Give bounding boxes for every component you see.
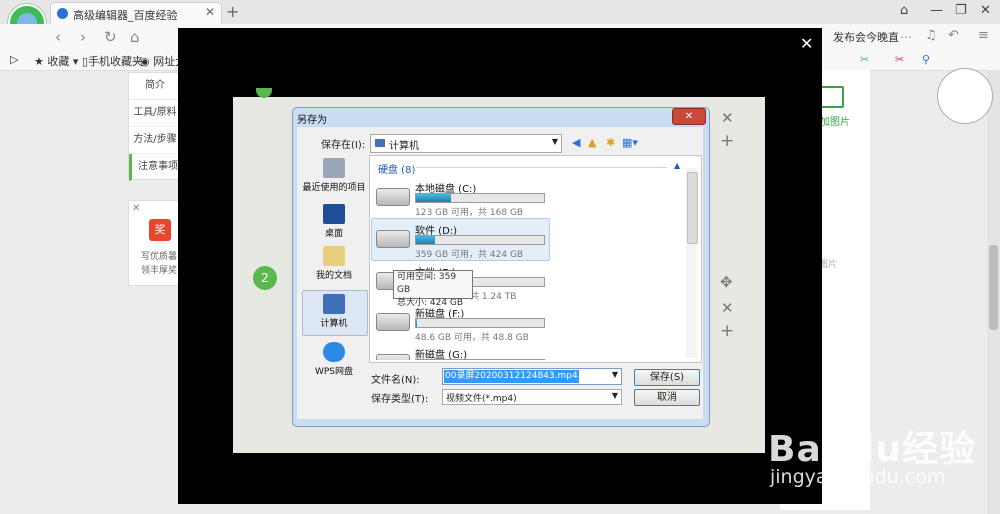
menu-icon[interactable]: ≡ [978,28,989,43]
mascot-avatar[interactable] [937,68,993,124]
drive-item[interactable]: 本地磁盘 (C:) 123 GB 可用，共 168 GB [370,178,550,218]
chevron-down-icon[interactable]: ▼ [612,370,618,379]
back-icon[interactable]: ‹ [55,28,61,46]
minimize-icon[interactable]: — [930,3,943,18]
filename-input[interactable]: 00录屏20200312124843.mp4 ▼ [442,368,622,385]
shirt-icon[interactable]: ⌂ [900,3,908,18]
usage-bar [416,194,451,202]
filename-value: 00录屏20200312124843.mp4 [444,370,579,383]
forward-icon[interactable]: › [80,28,86,46]
drive-tooltip: 可用空间: 359 GB 总大小: 424 GB [393,270,473,308]
places-bar: 最近使用的项目 桌面 我的文档 计算机 WPS网盘 [302,150,366,382]
save-in-label: 保存在(I): [321,140,366,151]
nav-item-intro[interactable]: 简介 [129,73,181,100]
promo-badge: 奖 [149,219,171,241]
documents-icon [323,246,345,266]
dialog-close-button[interactable]: ✕ [672,108,706,125]
step-number-badge: 2 [253,266,277,290]
nav-item-notes[interactable]: 注意事项 [129,154,184,181]
drive-item[interactable]: 软件 (D:) 359 GB 可用，共 424 GB [370,220,550,260]
new-folder-icon[interactable]: ✱ [606,136,615,149]
tab-close-icon[interactable]: ✕ [205,5,215,19]
place-computer[interactable]: 计算机 [302,294,366,329]
add-image-icon[interactable] [820,86,844,108]
hard-drive-icon [376,188,410,206]
place-wps-cloud[interactable]: WPS网盘 [302,342,366,377]
view-menu-icon[interactable]: ▦▾ [622,136,638,149]
collapse-icon[interactable]: ▲ [674,161,680,170]
desktop-icon [323,204,345,224]
watermark-url: jingyan.baidu.com [770,466,946,488]
promo-close-icon[interactable]: ✕ [132,203,140,214]
promo-line2: 领丰厚奖 [141,266,178,276]
file-list-scroll-thumb[interactable] [687,172,698,244]
save-in-value: 计算机 [389,141,419,152]
search-icon[interactable]: ⚲ [922,53,930,66]
hard-drive-icon [376,313,410,331]
save-in-dropdown[interactable]: 计算机 ▼ [370,134,562,153]
page-scroll-thumb[interactable] [989,245,998,330]
sidebar-toggle-icon[interactable]: ▷ [10,53,18,66]
place-recent[interactable]: 最近使用的项目 [302,158,366,193]
filename-label: 文件名(N): [371,375,420,386]
scissors-icon[interactable]: ✂ [895,53,904,66]
add-icon[interactable]: + [720,131,734,151]
promo-card[interactable]: ✕ 奖 写优质暑 领丰厚奖 [128,200,182,286]
maximize-icon[interactable]: ❐ [955,3,967,18]
promo-line1: 写优质暑 [141,252,178,262]
filetype-select[interactable]: 视频文件(*.mp4) ▼ [442,389,622,405]
computer-icon [323,294,345,314]
recent-items-icon [323,158,345,178]
watermark-brand: Bai du经验 [768,429,977,470]
window-close-icon[interactable]: ✕ [980,3,991,18]
chevron-down-icon: ▼ [551,137,558,146]
menu-bar-icon[interactable]: ⋯ [900,30,912,44]
chevron-down-icon: ▼ [611,391,618,400]
article-nav: 简介 工具/原料 方法/步骤 注意事项 [128,72,184,181]
place-desktop[interactable]: 桌面 [302,204,366,239]
add-step-icon[interactable]: + [720,321,734,341]
hard-drive-icon [376,354,410,360]
headphone-icon[interactable]: ♫ [925,28,937,43]
new-tab-button[interactable]: + [226,2,239,21]
cloud-icon [323,342,345,362]
bookmark-favorites[interactable]: ★ 收藏 ▾ [34,53,78,69]
remove-step-icon[interactable]: ✕ [721,299,734,317]
cancel-button[interactable]: 取消 [634,389,700,406]
filetype-value: 视频文件(*.mp4) [446,394,517,404]
bookmark-mobile[interactable]: ▯手机收藏夹 [82,53,143,69]
browser-tab[interactable]: 高级编辑器_百度经验 ✕ [50,2,222,25]
home-icon[interactable]: ⌂ [130,28,140,46]
group-divider [416,167,667,168]
back-arrow-icon[interactable]: ◀ [572,136,580,149]
refresh-icon[interactable]: ↻ [104,28,117,46]
drive-item[interactable]: 新磁盘 (G:) [370,344,550,360]
baidu-paw-icon [57,8,68,19]
save-button[interactable]: 保存(S) [634,369,700,386]
screenshot-icon[interactable]: ✂ [860,53,869,66]
overlay-close-icon[interactable]: ✕ [800,34,813,53]
up-folder-icon[interactable]: ▲ [588,136,596,149]
nav-item-steps[interactable]: 方法/步骤 [129,127,181,154]
place-documents[interactable]: 我的文档 [302,246,366,281]
usage-bar [416,319,418,327]
usage-bar [416,236,436,244]
tooltip-free: 可用空间: 359 GB [397,272,457,295]
tab-title: 高级编辑器_百度经验 [73,9,178,22]
dialog-title: 另存为 [297,115,327,126]
news-ticker[interactable]: 发布会今晚直 [833,29,899,45]
filetype-label: 保存类型(T): [371,394,429,405]
tooltip-total: 总大小: 424 GB [397,298,464,308]
remove-icon[interactable]: ✕ [721,109,734,127]
group-header[interactable]: 硬盘 (8) [378,161,415,176]
nav-item-tools[interactable]: 工具/原料 [129,100,181,127]
hard-drive-icon [376,230,410,248]
computer-icon [375,139,385,147]
undo-icon[interactable]: ↶ [948,28,959,43]
move-icon[interactable]: ✥ [720,273,733,291]
